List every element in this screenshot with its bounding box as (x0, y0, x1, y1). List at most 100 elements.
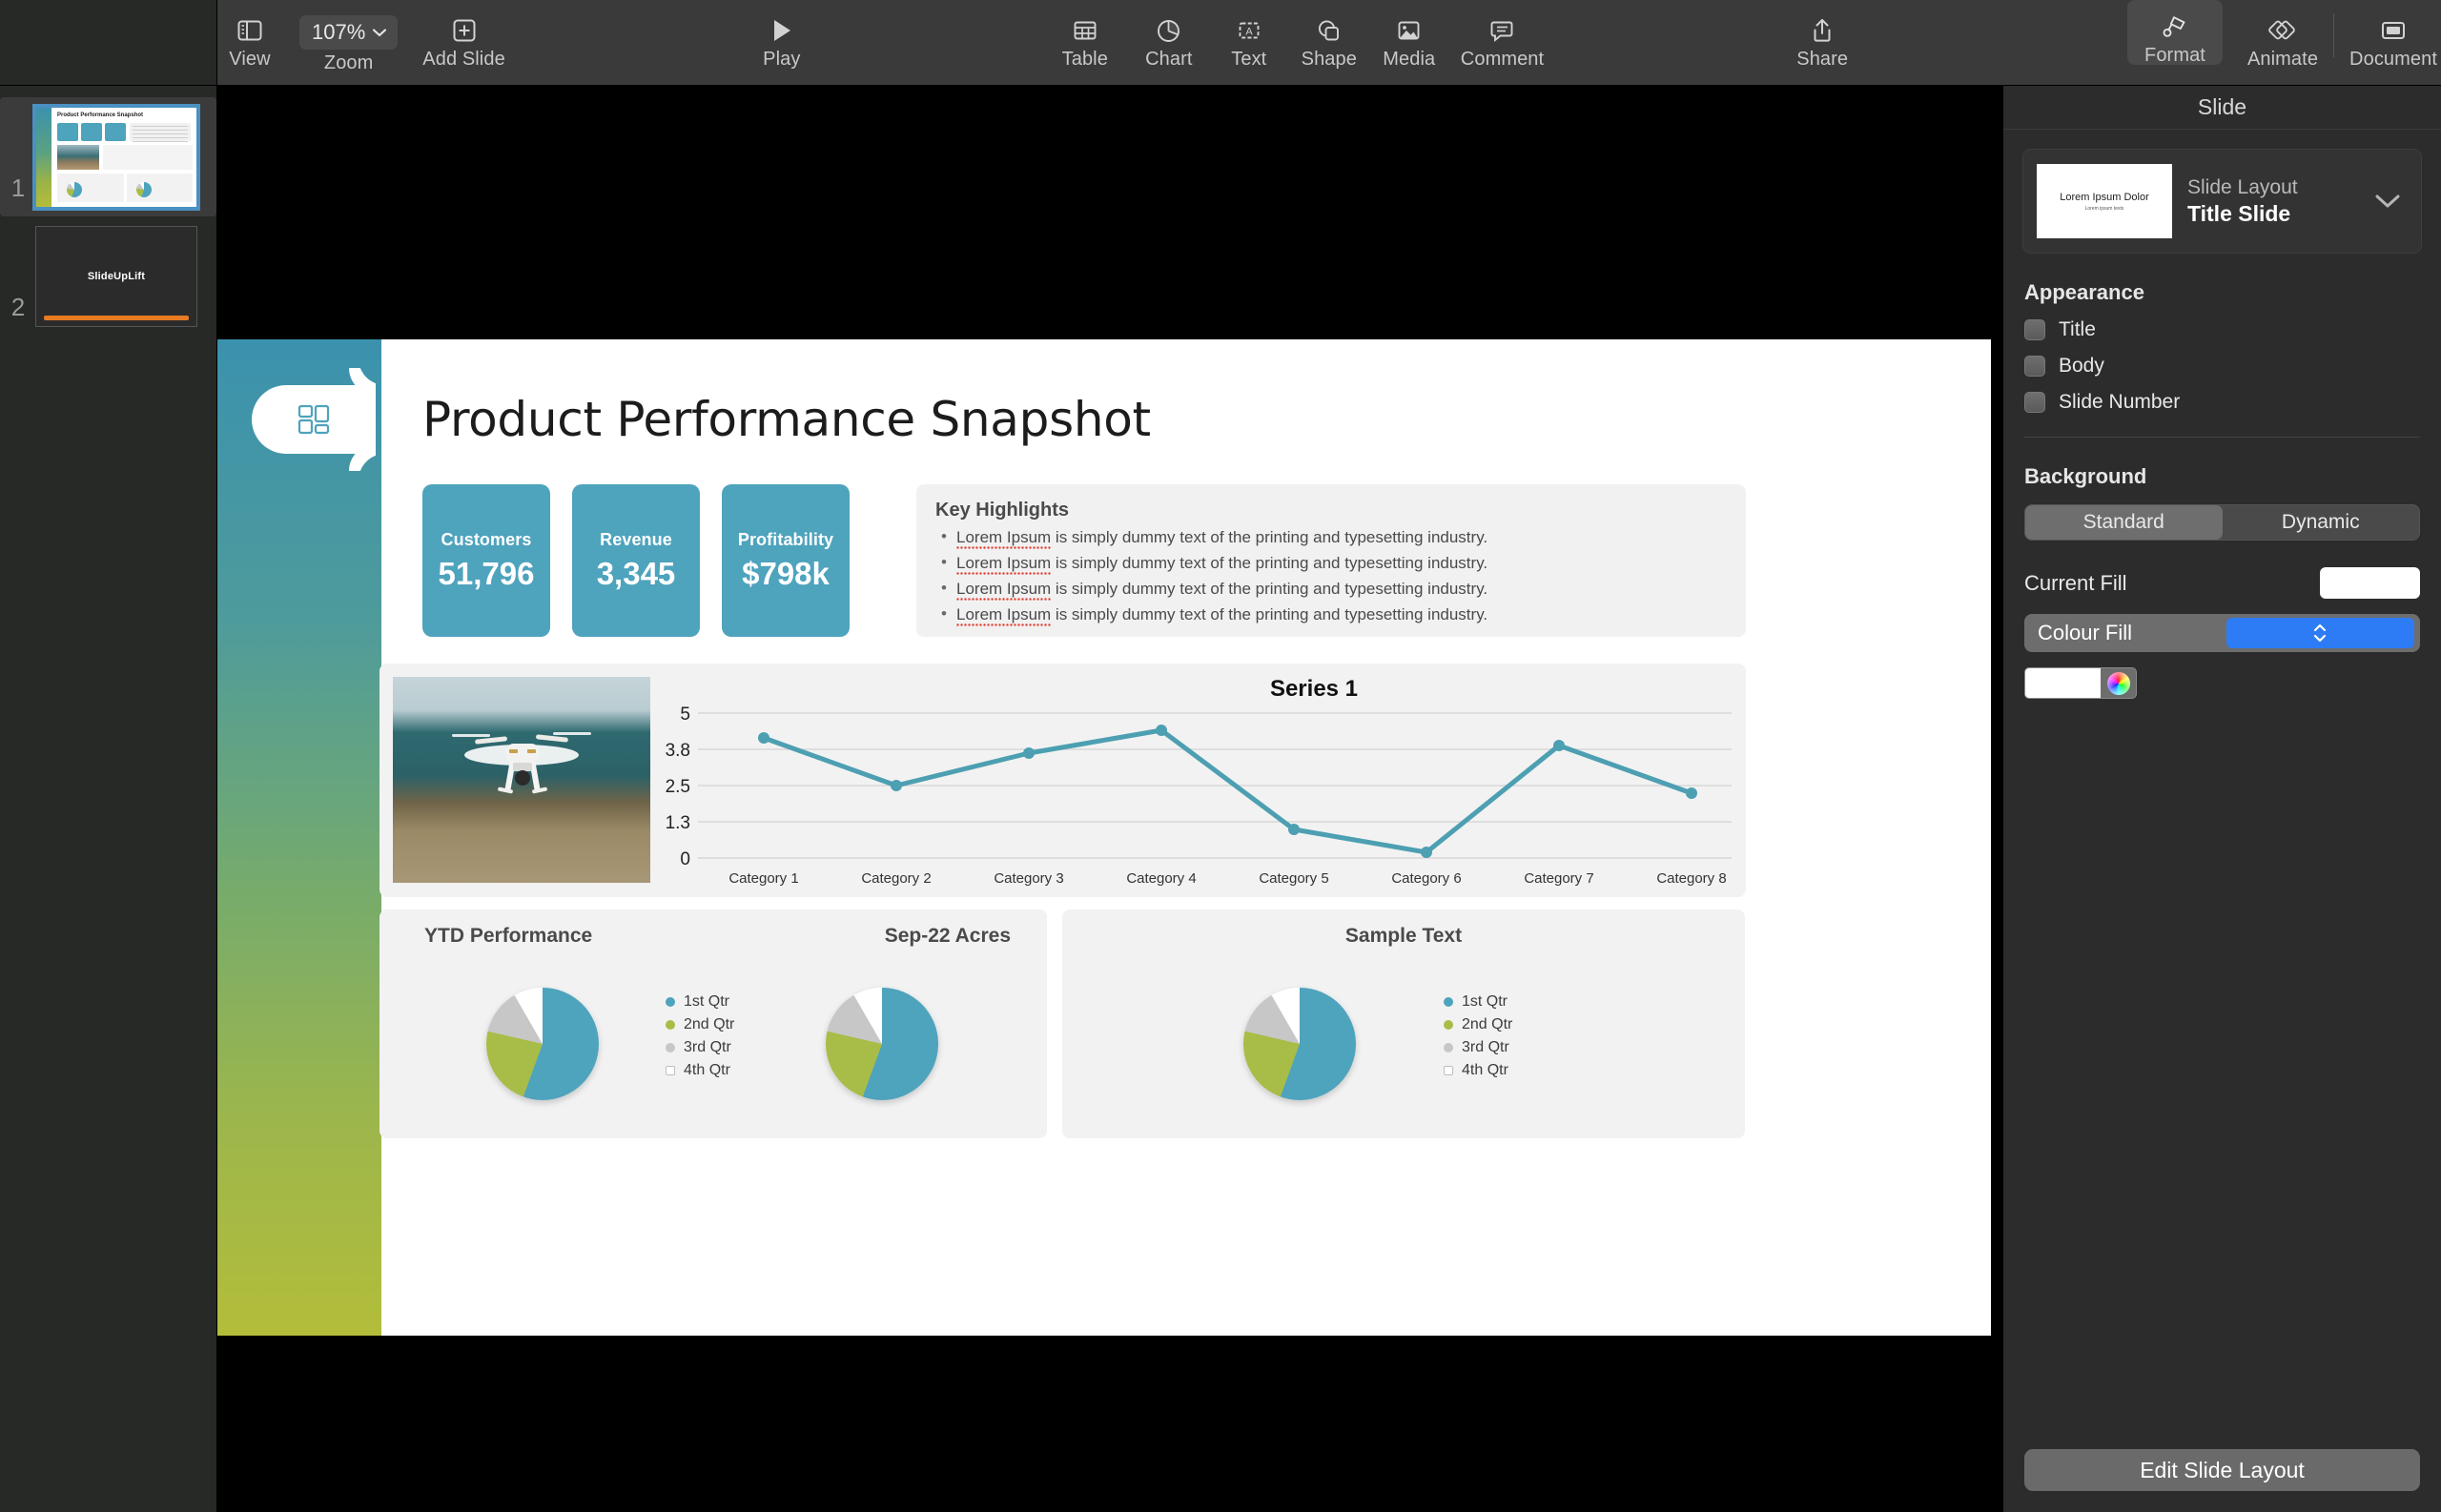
line-chart-card[interactable]: Series 1 5 3.8 2.5 1.3 0 Category 1 Cate… (379, 664, 1746, 897)
layout-value: Title Slide (2187, 201, 2291, 226)
current-fill-swatch[interactable] (2320, 567, 2420, 599)
svg-text:Category 1: Category 1 (728, 870, 798, 887)
svg-text:A: A (1245, 27, 1253, 38)
pie-chart-sample (1243, 988, 1356, 1100)
slide-thumbnail-1[interactable]: 1 Product Performance Snapshot (0, 97, 216, 216)
edit-slide-layout-button[interactable]: Edit Slide Layout (2024, 1449, 2420, 1491)
appearance-body-row[interactable]: Body (2024, 355, 2441, 378)
mini-line-chart (103, 144, 193, 170)
keynote-window: View 107% Zoom Add Slide Play Table Char… (0, 0, 2441, 1512)
add-slide-icon (452, 10, 477, 51)
legend-item: 3rd Qtr (666, 1039, 734, 1056)
chart-button[interactable]: Chart (1140, 0, 1198, 69)
svg-text:3.8: 3.8 (666, 741, 690, 761)
slide-badge-notch (252, 385, 376, 454)
zoom-value: 107% (312, 20, 366, 44)
slide-thumbnail-2[interactable]: 2 SlideUpLift (0, 216, 216, 336)
kpi-card-profitability[interactable]: Profitability $798k (722, 484, 850, 637)
chart-label: Chart (1145, 49, 1193, 70)
fill-type-value: Colour Fill (2038, 621, 2133, 644)
key-highlight-bullet: Lorem Ipsum is simply dummy text of the … (941, 604, 1727, 624)
slide-navigator[interactable]: 1 Product Performance Snapshot 2 SlideUp… (0, 86, 217, 1512)
chart-title: Series 1 (1270, 676, 1358, 702)
legend-label: 2nd Qtr (684, 1016, 735, 1032)
bullet-text: is simply dummy text of the printing and… (1051, 554, 1488, 572)
title-checkbox[interactable] (2024, 319, 2045, 340)
inspector-title: Slide (2197, 94, 2247, 119)
title-checkbox-label: Title (2059, 318, 2096, 340)
body-checkbox[interactable] (2024, 356, 2045, 377)
x-tick-labels: Category 1 Category 2 Category 3 Categor… (728, 870, 1726, 887)
layout-caption: Slide Layout (2187, 176, 2298, 198)
media-button[interactable]: Media (1381, 0, 1438, 69)
legend-label: 2nd Qtr (1462, 1016, 1513, 1032)
current-fill-label: Current Fill (2024, 570, 2127, 595)
pie-card-title-sep: Sep-22 Acres (884, 925, 1011, 947)
fill-type-select[interactable]: Colour Fill (2024, 614, 2420, 652)
kpi-card-customers[interactable]: Customers 51,796 (422, 484, 550, 637)
series-1-points (758, 725, 1697, 858)
legend-label: 4th Qtr (684, 1062, 730, 1078)
kpi-label: Customers (441, 529, 532, 549)
table-icon (1072, 10, 1098, 51)
chevron-down-icon (373, 28, 387, 36)
segment-dynamic[interactable]: Dynamic (2223, 505, 2420, 540)
slide-layout-selector[interactable]: Lorem Ipsum Dolor Lorem ipsum texts Slid… (2022, 149, 2422, 254)
misspelled-word: Lorem Ipsum (956, 580, 1052, 598)
color-wheel-button[interactable] (2101, 667, 2137, 699)
slide2-accent-bar (44, 315, 189, 320)
shape-icon (1316, 10, 1342, 51)
pie-card-ytd-and-sep[interactable]: YTD Performance Sep-22 Acres 1st Qtr 2nd… (379, 909, 1047, 1138)
appearance-title-row[interactable]: Title (2024, 318, 2441, 341)
current-slide[interactable]: Product Performance Snapshot Customers 5… (217, 339, 1991, 1336)
view-button[interactable]: View (221, 0, 278, 69)
svg-text:Category 3: Category 3 (994, 870, 1063, 887)
zoom-control[interactable]: 107% Zoom (299, 0, 399, 72)
table-button[interactable]: Table (1056, 0, 1114, 69)
add-slide-button[interactable]: Add Slide (422, 0, 505, 69)
layout-thumbnail: Lorem Ipsum Dolor Lorem ipsum texts (2037, 164, 2172, 238)
toolbar-divider (2333, 13, 2335, 57)
bullet-text: is simply dummy text of the printing and… (1051, 528, 1488, 546)
legend-dot-4th-qtr (666, 1066, 675, 1075)
text-button[interactable]: A Text (1220, 0, 1278, 69)
share-button[interactable]: Share (1794, 0, 1851, 69)
svg-text:Category 8: Category 8 (1656, 870, 1726, 887)
mini-kpi (57, 122, 78, 141)
slide-accent-sidebar (217, 339, 381, 1336)
kpi-card-revenue[interactable]: Revenue 3,345 (572, 484, 700, 637)
slide-number-checkbox[interactable] (2024, 392, 2045, 413)
fill-color-swatch[interactable] (2024, 667, 2101, 699)
legend-dot-2nd-qtr (666, 1020, 675, 1030)
drone-photo[interactable] (393, 677, 650, 883)
pie-card-sample-text[interactable]: Sample Text 1st Qtr 2nd Qtr 3rd Qtr 4th … (1062, 909, 1745, 1138)
segment-standard[interactable]: Standard (2025, 505, 2223, 540)
legend-dot-2nd-qtr (1444, 1020, 1453, 1030)
key-highlight-bullet: Lorem Ipsum is simply dummy text of the … (941, 527, 1727, 547)
zoom-popup-button[interactable]: 107% (299, 15, 399, 50)
body-checkbox-label: Body (2059, 355, 2104, 377)
kpi-label: Profitability (737, 529, 834, 549)
chevron-down-icon[interactable] (2373, 193, 2408, 210)
svg-text:5: 5 (680, 705, 690, 725)
kpi-label: Revenue (600, 529, 672, 549)
pie-chart-ytd (486, 988, 599, 1100)
stepper-icon[interactable] (2226, 618, 2414, 648)
background-mode-segmented-control[interactable]: Standard Dynamic (2024, 504, 2420, 541)
view-label: View (229, 49, 271, 70)
appearance-slide-number-row[interactable]: Slide Number (2024, 391, 2441, 414)
slide-thumb-image-2[interactable]: SlideUpLift (36, 226, 196, 326)
svg-text:Category 6: Category 6 (1391, 870, 1461, 887)
slide-canvas[interactable]: Product Performance Snapshot Customers 5… (217, 86, 2002, 1512)
format-button[interactable]: Format (2127, 0, 2223, 65)
pie-cards-row: YTD Performance Sep-22 Acres 1st Qtr 2nd… (379, 909, 1745, 1138)
svg-text:1.3: 1.3 (666, 813, 690, 833)
shape-button[interactable]: Shape (1301, 0, 1358, 69)
animate-button[interactable]: Animate (2247, 0, 2318, 69)
kpi-card-row: Customers 51,796 Revenue 3,345 Profitabi… (422, 484, 850, 637)
slide-thumb-image-1[interactable]: Product Performance Snapshot (32, 103, 200, 211)
play-button[interactable]: Play (753, 0, 810, 69)
comment-button[interactable]: Comment (1461, 0, 1544, 69)
document-button[interactable]: Document (2349, 0, 2437, 69)
key-highlights-box[interactable]: Key Highlights Lorem Ipsum is simply dum… (916, 484, 1746, 637)
